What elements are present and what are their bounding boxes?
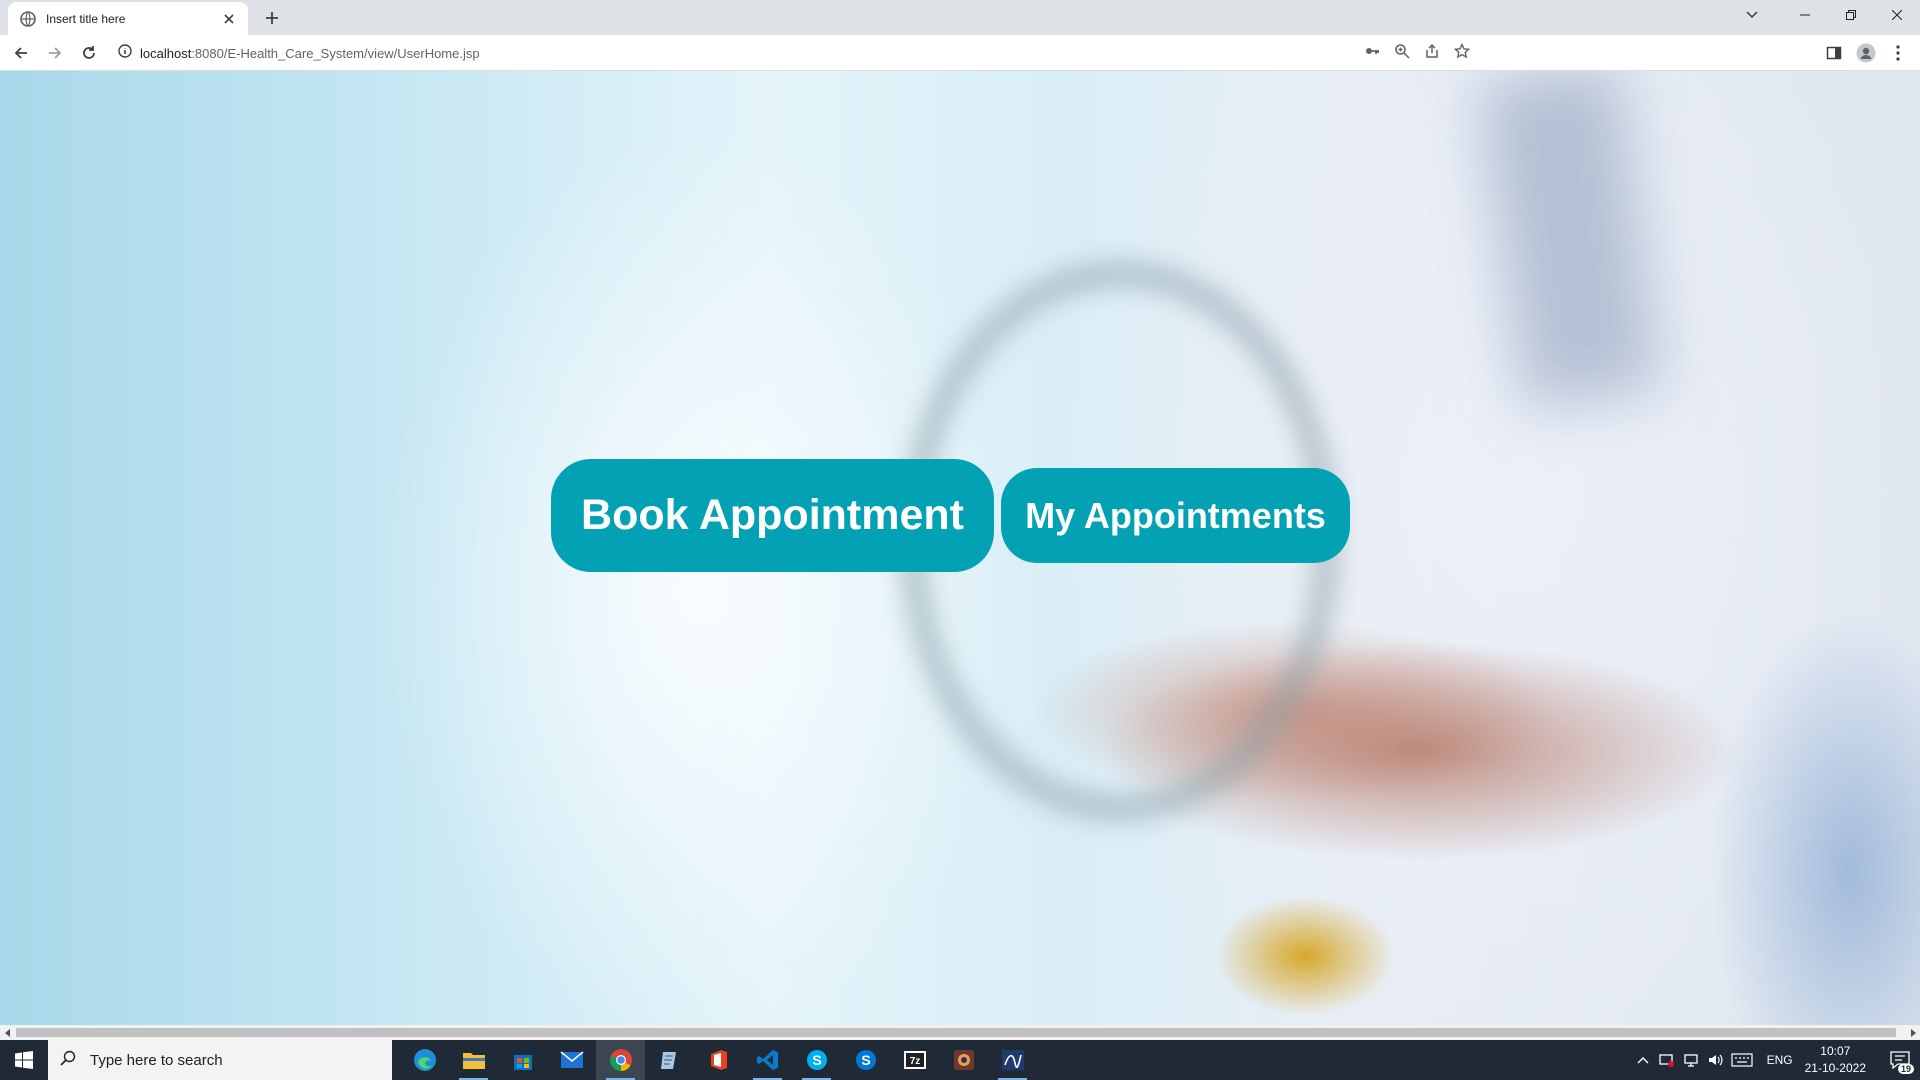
notepad-icon[interactable] bbox=[645, 1040, 694, 1080]
zoom-icon[interactable] bbox=[1394, 43, 1410, 64]
scroll-right-icon[interactable] bbox=[1905, 1025, 1920, 1040]
language-indicator[interactable]: ENG bbox=[1767, 1053, 1793, 1067]
book-appointment-button[interactable]: Book Appointment bbox=[551, 459, 994, 572]
window-controls bbox=[1782, 0, 1920, 30]
toolbar-right bbox=[1820, 39, 1912, 67]
office-icon[interactable] bbox=[694, 1040, 743, 1080]
browser-tab[interactable]: Insert title here bbox=[8, 2, 248, 35]
svg-text:7z: 7z bbox=[909, 1056, 920, 1067]
globe-icon bbox=[20, 10, 36, 27]
taskbar-apps: S S 7z bbox=[400, 1040, 1037, 1080]
sql-icon[interactable] bbox=[988, 1040, 1037, 1080]
search-placeholder: Type here to search bbox=[90, 1051, 223, 1069]
chevron-down-icon[interactable] bbox=[1732, 0, 1772, 30]
star-icon[interactable] bbox=[1453, 42, 1471, 64]
close-icon[interactable] bbox=[220, 10, 238, 28]
scrollbar-thumb[interactable] bbox=[16, 1028, 1896, 1037]
tab-strip: Insert title here bbox=[0, 0, 1920, 35]
clock-date: 21-10-2022 bbox=[1804, 1061, 1866, 1075]
system-tray: ENG 10:07 21-10-2022 19 bbox=[1631, 1040, 1920, 1080]
security-icon[interactable] bbox=[1655, 1040, 1679, 1080]
minimize-icon[interactable] bbox=[1782, 0, 1828, 30]
browser-toolbar: localhost:8080/E-Health_Care_System/view… bbox=[0, 35, 1920, 71]
app-icon[interactable] bbox=[939, 1040, 988, 1080]
back-icon[interactable] bbox=[7, 39, 35, 67]
notification-center-icon[interactable]: 19 bbox=[1880, 1040, 1920, 1080]
windows-start-icon[interactable] bbox=[0, 1040, 48, 1080]
side-panel-icon[interactable] bbox=[1820, 39, 1848, 67]
skype-icon[interactable]: S bbox=[792, 1040, 841, 1080]
forward-icon[interactable] bbox=[41, 39, 69, 67]
user-home-actions: Book Appointment My Appointments bbox=[0, 71, 1920, 1025]
url-host: localhost bbox=[140, 45, 192, 61]
close-window-icon[interactable] bbox=[1874, 0, 1920, 30]
volume-icon[interactable] bbox=[1703, 1040, 1727, 1080]
7zip-icon[interactable]: 7z bbox=[890, 1040, 939, 1080]
scroll-left-icon[interactable] bbox=[0, 1025, 15, 1040]
file-explorer-icon[interactable] bbox=[449, 1040, 498, 1080]
notification-count: 19 bbox=[1897, 1064, 1914, 1074]
horizontal-scrollbar[interactable] bbox=[0, 1025, 1920, 1040]
svg-text:S: S bbox=[812, 1052, 821, 1068]
info-icon[interactable] bbox=[118, 43, 132, 63]
omnibox-actions bbox=[1364, 39, 1471, 67]
more-menu-icon[interactable] bbox=[1884, 39, 1912, 67]
restore-icon[interactable] bbox=[1828, 0, 1874, 30]
my-appointments-button[interactable]: My Appointments bbox=[1001, 468, 1350, 563]
search-icon bbox=[60, 1050, 76, 1071]
share-icon[interactable] bbox=[1424, 43, 1440, 64]
clock-time: 10:07 bbox=[1820, 1044, 1851, 1058]
edge-icon[interactable] bbox=[400, 1040, 449, 1080]
keyboard-icon[interactable] bbox=[1727, 1040, 1757, 1080]
address-bar[interactable]: localhost:8080/E-Health_Care_System/view… bbox=[108, 39, 1480, 67]
taskbar-search-box[interactable]: Type here to search bbox=[48, 1040, 392, 1080]
clock[interactable]: 10:07 21-10-2022 bbox=[1805, 1043, 1866, 1077]
windows-taskbar: Type here to search S S 7z ENG 10:07 21-… bbox=[0, 1040, 1920, 1080]
new-tab-button[interactable] bbox=[260, 6, 284, 30]
mail-icon[interactable] bbox=[547, 1040, 596, 1080]
svg-text:S: S bbox=[861, 1052, 870, 1068]
url-path: :8080/E-Health_Care_System/view/UserHome… bbox=[191, 45, 480, 61]
store-icon[interactable] bbox=[498, 1040, 547, 1080]
url-text: localhost:8080/E-Health_Care_System/view… bbox=[140, 46, 480, 61]
page-viewport: Book Appointment My Appointments bbox=[0, 71, 1920, 1025]
network-icon[interactable] bbox=[1679, 1040, 1703, 1080]
tab-title: Insert title here bbox=[46, 11, 126, 26]
key-icon[interactable] bbox=[1364, 43, 1380, 64]
skype-icon[interactable]: S bbox=[841, 1040, 890, 1080]
chrome-icon[interactable] bbox=[596, 1040, 645, 1080]
chevron-up-icon[interactable] bbox=[1631, 1040, 1655, 1080]
vscode-icon[interactable] bbox=[743, 1040, 792, 1080]
reload-icon[interactable] bbox=[75, 39, 103, 67]
profile-icon[interactable] bbox=[1852, 39, 1880, 67]
